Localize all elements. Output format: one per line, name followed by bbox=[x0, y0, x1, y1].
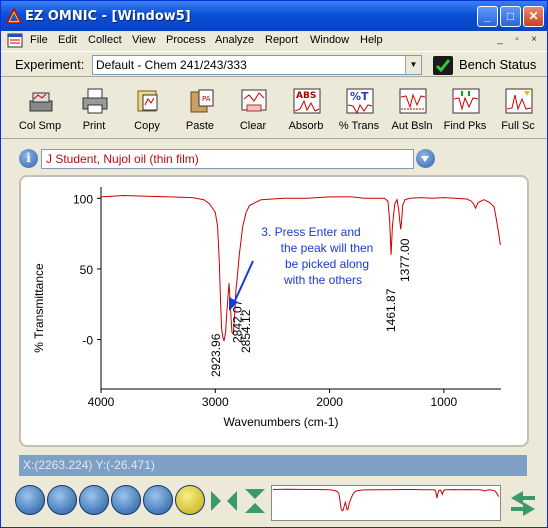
full-scale-icon bbox=[505, 88, 533, 114]
menu-report[interactable]: Report bbox=[265, 34, 298, 46]
x-tick-label: 3000 bbox=[202, 395, 229, 409]
menu-window[interactable]: Window bbox=[310, 34, 349, 46]
expand-vertical-icon[interactable] bbox=[241, 487, 269, 515]
toolbar: Col Smp Print Copy PA Paste Clear ABS Ab… bbox=[1, 79, 547, 139]
annotation-text: 3. Press Enter and bbox=[261, 225, 360, 239]
peak-pick-icon[interactable] bbox=[79, 485, 109, 515]
paste-button[interactable]: PA Paste bbox=[173, 83, 227, 135]
overview-spectrum bbox=[273, 488, 500, 512]
app-logo-icon bbox=[6, 8, 22, 24]
spectrum-title-bar: i J Student, Nujol oil (thin film) bbox=[1, 145, 547, 171]
auto-baseline-icon bbox=[399, 88, 427, 114]
expand-horizontal-icon[interactable] bbox=[209, 487, 239, 515]
menu-view[interactable]: View bbox=[132, 34, 156, 46]
peak-area-icon[interactable] bbox=[143, 485, 173, 515]
swap-arrows-icon[interactable] bbox=[509, 489, 537, 517]
bench-status-check-icon[interactable] bbox=[433, 56, 453, 75]
annotation-text-icon[interactable] bbox=[175, 485, 205, 515]
y-tick-label: 100 bbox=[73, 192, 93, 206]
chevron-down-icon[interactable] bbox=[416, 149, 435, 168]
copy-button[interactable]: Copy bbox=[120, 83, 174, 135]
x-tick-label: 4000 bbox=[88, 395, 115, 409]
peak-label: 2854.12 bbox=[239, 309, 253, 353]
y-tick-label: 50 bbox=[80, 263, 94, 277]
x-tick-label: 1000 bbox=[431, 395, 458, 409]
bottom-toolbar bbox=[1, 481, 547, 527]
collect-sample-icon bbox=[29, 92, 53, 112]
svg-text:ABS: ABS bbox=[296, 91, 316, 101]
title-bar[interactable]: EZ OMNIC - [Window5] _ □ ✕ bbox=[1, 1, 547, 31]
info-icon[interactable]: i bbox=[19, 149, 38, 168]
clear-icon bbox=[241, 89, 267, 112]
experiment-bar: Experiment: Default - Chem 241/243/333 ▼… bbox=[1, 51, 547, 77]
collect-sample-label: Col Smp bbox=[18, 120, 62, 132]
menu-analyze[interactable]: Analyze bbox=[215, 34, 254, 46]
maximize-button[interactable]: □ bbox=[500, 6, 521, 27]
region-tool-icon[interactable] bbox=[47, 485, 77, 515]
transmittance-button[interactable]: %T % Trans bbox=[332, 83, 386, 135]
annotation-text: be picked along bbox=[285, 257, 369, 271]
print-button[interactable]: Print bbox=[67, 83, 121, 135]
find-peaks-button[interactable]: Find Pks bbox=[438, 83, 492, 135]
absorbance-button[interactable]: ABS Absorb bbox=[279, 83, 333, 135]
peak-label: 1461.87 bbox=[384, 288, 398, 332]
peak-label: 2923.96 bbox=[209, 333, 223, 377]
annotation-text: the peak will then bbox=[281, 241, 374, 255]
experiment-label: Experiment: bbox=[15, 57, 85, 72]
transmittance-icon: %T bbox=[346, 88, 374, 115]
spectrum-chart[interactable]: 100 50 -0 4000 3000 2000 1000 Wavenumbers (cm-1… bbox=[21, 177, 527, 445]
chevron-down-icon[interactable]: ▼ bbox=[405, 56, 421, 74]
menu-file[interactable]: File bbox=[30, 34, 48, 46]
absorbance-icon: ABS bbox=[293, 88, 321, 114]
auto-baseline-button[interactable]: Aut Bsln bbox=[385, 83, 439, 135]
document-window-icon[interactable] bbox=[7, 33, 23, 48]
printer-icon bbox=[82, 88, 108, 114]
mdi-minimize-button[interactable]: _ bbox=[493, 34, 507, 47]
select-arrow-icon[interactable] bbox=[15, 485, 45, 515]
copy-icon bbox=[137, 90, 158, 112]
spectrum-plot-panel[interactable]: 100 50 -0 4000 3000 2000 1000 Wavenumbers (cm-1… bbox=[19, 175, 529, 447]
overview-spectrum-line bbox=[273, 488, 500, 512]
main-window: EZ OMNIC - [Window5] _ □ ✕ File Edit Col… bbox=[0, 0, 548, 528]
paste-icon: PA bbox=[190, 89, 214, 113]
mdi-restore-button[interactable]: ▫ bbox=[510, 34, 524, 47]
close-button[interactable]: ✕ bbox=[523, 6, 544, 27]
clear-button[interactable]: Clear bbox=[226, 83, 280, 135]
x-axis-label: Wavenumbers (cm-1) bbox=[224, 415, 339, 429]
full-scale-label: Full Sc bbox=[501, 120, 535, 132]
menu-collect[interactable]: Collect bbox=[88, 34, 122, 46]
menu-help[interactable]: Help bbox=[360, 34, 383, 46]
annotation-text: with the others bbox=[283, 273, 362, 287]
svg-text:%T: %T bbox=[350, 90, 369, 103]
y-tick-label: -0 bbox=[82, 334, 93, 348]
menu-bar: File Edit Collect View Process Analyze R… bbox=[1, 31, 547, 50]
peak-height-icon[interactable] bbox=[111, 485, 141, 515]
annotation-arrow bbox=[232, 260, 254, 306]
x-tick-label: 2000 bbox=[316, 395, 343, 409]
cursor-status-bar: X:(2263.224) Y:(-26.471) bbox=[19, 455, 527, 476]
peak-label: 1377.00 bbox=[398, 238, 412, 282]
find-peaks-icon bbox=[452, 88, 480, 114]
collect-sample-button[interactable]: Col Smp bbox=[13, 83, 67, 135]
svg-text:PA: PA bbox=[202, 95, 211, 103]
menu-process[interactable]: Process bbox=[166, 34, 206, 46]
bench-status-label[interactable]: Bench Status bbox=[459, 57, 536, 72]
experiment-value: Default - Chem 241/243/333 bbox=[96, 58, 247, 72]
y-axis-label: % Transmittance bbox=[32, 263, 46, 353]
window-title: EZ OMNIC - [Window5] bbox=[25, 9, 191, 24]
minimize-button[interactable]: _ bbox=[477, 6, 498, 27]
experiment-select[interactable]: Default - Chem 241/243/333 ▼ bbox=[92, 55, 422, 75]
full-scale-button[interactable]: Full Sc bbox=[491, 83, 545, 135]
overview-pane[interactable] bbox=[271, 485, 501, 521]
spectrum-title-field[interactable]: J Student, Nujol oil (thin film) bbox=[41, 149, 414, 169]
menu-edit[interactable]: Edit bbox=[58, 34, 77, 46]
mdi-close-button[interactable]: × bbox=[527, 34, 541, 47]
